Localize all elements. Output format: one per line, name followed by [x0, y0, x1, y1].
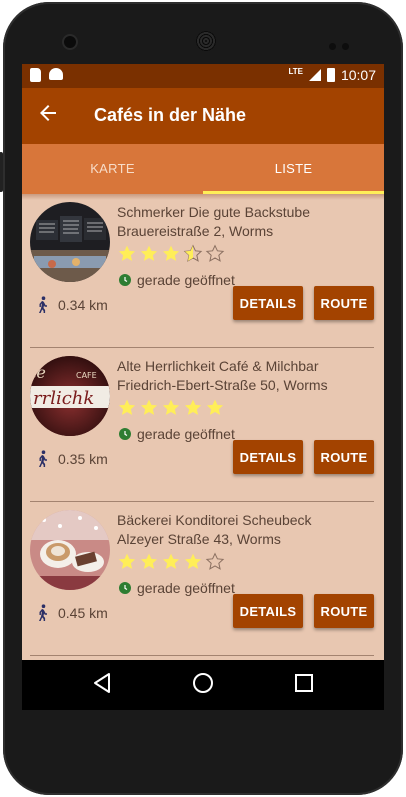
recents-square-icon[interactable] [294, 672, 314, 694]
details-button[interactable]: DETAILS [233, 440, 303, 474]
star-full-icon [162, 245, 180, 261]
star-full-icon [206, 399, 224, 415]
open-status: gerade geöffnet [119, 272, 235, 288]
tab-liste[interactable]: LISTE [203, 144, 384, 194]
tab-karte[interactable]: KARTE [22, 144, 203, 194]
cafe-photo [30, 510, 110, 590]
clock-icon [119, 274, 131, 286]
star-full-icon [118, 553, 136, 569]
sd-card-icon [30, 68, 41, 82]
signal-icon [308, 69, 321, 81]
details-button[interactable]: DETAILS [233, 286, 303, 320]
cafe-address: Alzeyer Straße 43, Worms [117, 531, 281, 547]
distance: 0.45 km [36, 604, 108, 622]
front-camera [64, 36, 76, 48]
android-icon [49, 68, 63, 80]
walking-icon [39, 296, 47, 313]
rating-stars [117, 398, 225, 418]
svg-text:rrlichk: rrlichk [33, 388, 94, 409]
navigation-bar [22, 660, 384, 710]
cafe-photo: rrlichk CAFE te [30, 356, 110, 436]
cafe-name: Bäckerei Konditorei Scheubeck [117, 512, 312, 528]
cafe-name: Schmerker Die gute Backstube [117, 204, 310, 220]
star-full-icon [140, 553, 158, 569]
walking-icon [39, 604, 47, 621]
battery-icon [326, 68, 335, 82]
details-button[interactable]: DETAILS [233, 594, 303, 628]
cafe-name: Alte Herrlichkeit Café & Milchbar [117, 358, 319, 374]
home-circle-icon[interactable] [192, 672, 214, 694]
star-half-icon [183, 244, 203, 262]
list-item: rrlichk CAFE te Alte Herrlichkeit Café &… [22, 348, 384, 502]
open-status: gerade geöffnet [119, 426, 235, 442]
cafe-list: Schmerker Die gute Backstube Brauereistr… [22, 194, 384, 656]
screen: LTE 10:07 Cafés in der Nähe KARTE LISTE [22, 64, 384, 710]
distance-text: 0.45 km [58, 605, 108, 621]
route-button[interactable]: ROUTE [314, 286, 374, 320]
star-full-icon [140, 245, 158, 261]
star-full-icon [118, 245, 136, 261]
volume-button [0, 152, 3, 192]
cafe-photo [30, 202, 110, 282]
distance-text: 0.34 km [58, 297, 108, 313]
star-full-icon [184, 553, 202, 569]
clock-icon [119, 428, 131, 440]
distance-text: 0.35 km [58, 451, 108, 467]
status-time: 10:07 [340, 67, 376, 83]
cafe-address: Friedrich-Ebert-Straße 50, Worms [117, 377, 328, 393]
cafe-address: Brauereistraße 2, Worms [117, 223, 274, 239]
status-bar: LTE 10:07 [22, 64, 384, 88]
svg-text:te: te [30, 363, 46, 382]
page-title: Cafés in der Nähe [94, 105, 247, 125]
walking-icon [39, 450, 47, 467]
star-full-icon [140, 399, 158, 415]
open-status-text: gerade geöffnet [137, 272, 235, 288]
star-full-icon [162, 553, 180, 569]
distance: 0.35 km [36, 450, 108, 468]
svg-text:CAFE: CAFE [76, 371, 97, 380]
tab-shadow [22, 194, 384, 200]
tab-bar: KARTE LISTE [22, 144, 384, 194]
star-full-icon [184, 399, 202, 415]
app-bar: Cafés in der Nähe [22, 88, 384, 144]
sensor-dots [329, 37, 359, 50]
network-type: LTE [288, 66, 303, 76]
open-status-text: gerade geöffnet [137, 426, 235, 442]
star-full-icon [162, 399, 180, 415]
star-empty-icon [205, 244, 225, 262]
back-triangle-icon[interactable] [92, 672, 112, 694]
open-status: gerade geöffnet [119, 580, 235, 596]
clock-icon [119, 582, 131, 594]
rating-stars [117, 244, 225, 264]
distance: 0.34 km [36, 296, 108, 314]
divider [30, 655, 374, 656]
star-empty-icon [205, 552, 225, 570]
earpiece-speaker [196, 31, 216, 51]
route-button[interactable]: ROUTE [314, 594, 374, 628]
rating-stars [117, 552, 225, 572]
list-item: Bäckerei Konditorei Scheubeck Alzeyer St… [22, 502, 384, 656]
route-button[interactable]: ROUTE [314, 440, 374, 474]
open-status-text: gerade geöffnet [137, 580, 235, 596]
arrow-back-icon[interactable] [38, 102, 58, 130]
star-full-icon [118, 399, 136, 415]
list-item: Schmerker Die gute Backstube Brauereistr… [22, 194, 384, 348]
